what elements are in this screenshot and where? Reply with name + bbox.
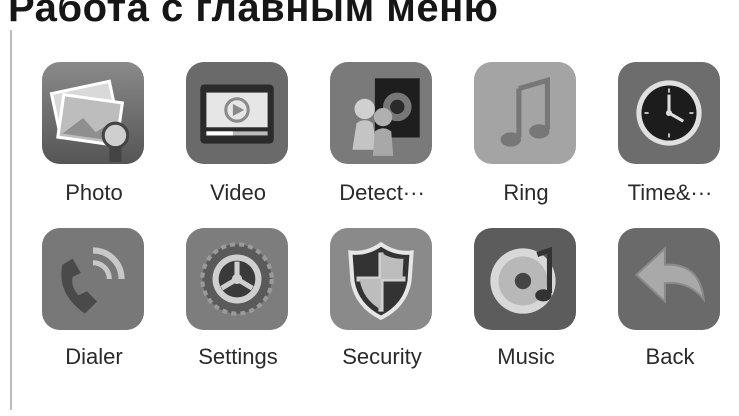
menu-label-detect: Detect··· [339, 180, 425, 205]
menu-item-dialer[interactable]: Dialer [34, 228, 178, 394]
menu-label-photo: Photo [65, 180, 123, 205]
menu-label-settings: Settings [198, 344, 278, 369]
menu-item-video[interactable]: Video [178, 62, 322, 228]
menu-label-video: Video [210, 180, 266, 205]
left-divider [10, 30, 12, 410]
menu-item-photo[interactable]: Photo [34, 62, 178, 228]
back-icon [618, 228, 720, 330]
detect-icon [330, 62, 432, 164]
menu-item-detect[interactable]: Detect··· [322, 62, 466, 228]
music-icon [474, 228, 576, 330]
security-icon [330, 228, 432, 330]
menu-label-ring: Ring [503, 180, 549, 205]
video-icon [186, 62, 288, 164]
main-menu-grid: Photo Video Detect··· Ring Time&··· Dial… [34, 62, 739, 394]
menu-item-settings[interactable]: Settings [178, 228, 322, 394]
menu-item-music[interactable]: Music [466, 228, 610, 394]
page-title: Работа с главным меню [8, 0, 499, 30]
menu-label-music: Music [497, 344, 555, 369]
menu-item-ring[interactable]: Ring [466, 62, 610, 228]
settings-icon [186, 228, 288, 330]
menu-label-security: Security [342, 344, 422, 369]
menu-item-time[interactable]: Time&··· [610, 62, 739, 228]
clock-icon [618, 62, 720, 164]
menu-item-back[interactable]: Back [610, 228, 739, 394]
menu-label-back: Back [645, 344, 695, 369]
menu-label-dialer: Dialer [65, 344, 123, 369]
menu-label-time: Time&··· [627, 180, 713, 205]
ring-icon [474, 62, 576, 164]
menu-item-security[interactable]: Security [322, 228, 466, 394]
dialer-icon [42, 228, 144, 330]
photo-icon [42, 62, 144, 164]
